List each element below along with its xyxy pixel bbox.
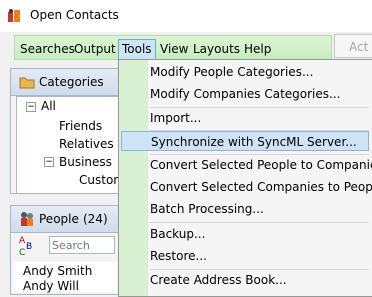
folder-icon — [19, 77, 35, 89]
collapse-icon[interactable]: − — [26, 102, 36, 112]
collapse-icon[interactable]: − — [44, 157, 54, 167]
tree-item-friends[interactable]: Friends — [59, 117, 102, 135]
categories-title: Categories — [39, 75, 104, 89]
menu-item-modify-people-categories[interactable]: Modify People Categories... — [150, 62, 313, 82]
app-icon — [8, 9, 20, 22]
menu-gutter — [119, 60, 148, 296]
menu-bar: Searches Output Tools View Layouts Help … — [0, 32, 372, 60]
menu-item-modify-companies-categories[interactable]: Modify Companies Categories... — [150, 84, 340, 104]
people-panel: People (24) A B C Andy Smith Andy Will — [10, 205, 122, 295]
menu-item-backup[interactable]: Backup... — [150, 224, 205, 244]
menu-view[interactable]: View — [157, 41, 191, 57]
menu-item-convert-people-to-companies[interactable]: Convert Selected People to Companies — [150, 155, 372, 175]
menu-item-synchronize-syncml[interactable]: Synchronize with SyncML Server... — [121, 131, 369, 151]
menu-item-create-address-book[interactable]: Create Address Book... — [150, 270, 287, 290]
actions-button[interactable]: Act — [334, 34, 372, 58]
people-count: (24) — [83, 212, 108, 226]
menu-item-import[interactable]: Import... — [150, 108, 201, 128]
tree-item-relatives[interactable]: Relatives — [59, 135, 114, 153]
menu-layouts[interactable]: Layouts — [190, 41, 243, 57]
menu-strip: Searches Output Tools View Layouts Help — [14, 35, 332, 60]
people-search-input[interactable] — [49, 236, 115, 254]
tools-dropdown-menu: Modify People Categories... Modify Compa… — [118, 59, 372, 297]
categories-tree[interactable]: − All Friends Relatives − Business Custo… — [16, 96, 122, 194]
menu-help[interactable]: Help — [241, 41, 274, 57]
list-item[interactable]: Andy Will — [23, 279, 79, 293]
categories-header: Categories — [11, 69, 121, 96]
people-list: Andy Smith Andy Will — [13, 262, 117, 293]
menu-item-restore[interactable]: Restore... — [150, 246, 207, 266]
tree-item-all[interactable]: All — [41, 97, 56, 115]
people-header: People (24) — [11, 206, 121, 233]
menu-separator — [149, 222, 369, 223]
title-bar: Open Contacts — [0, 0, 372, 32]
menu-item-convert-companies-to-people[interactable]: Convert Selected Companies to People — [150, 177, 372, 197]
menu-output[interactable]: Output — [71, 41, 119, 57]
menu-searches[interactable]: Searches — [17, 41, 78, 57]
menu-tools[interactable]: Tools — [118, 39, 156, 60]
people-title: People — [39, 212, 79, 226]
menu-item-batch-processing[interactable]: Batch Processing... — [150, 199, 264, 219]
tree-item-business[interactable]: Business — [59, 153, 112, 171]
people-icon — [21, 212, 33, 226]
sort-abc-icon[interactable]: A B C — [17, 236, 39, 260]
list-item[interactable]: Andy Smith — [23, 264, 92, 278]
window-title: Open Contacts — [30, 8, 119, 22]
tree-item-customers[interactable]: Custon — [79, 171, 121, 189]
